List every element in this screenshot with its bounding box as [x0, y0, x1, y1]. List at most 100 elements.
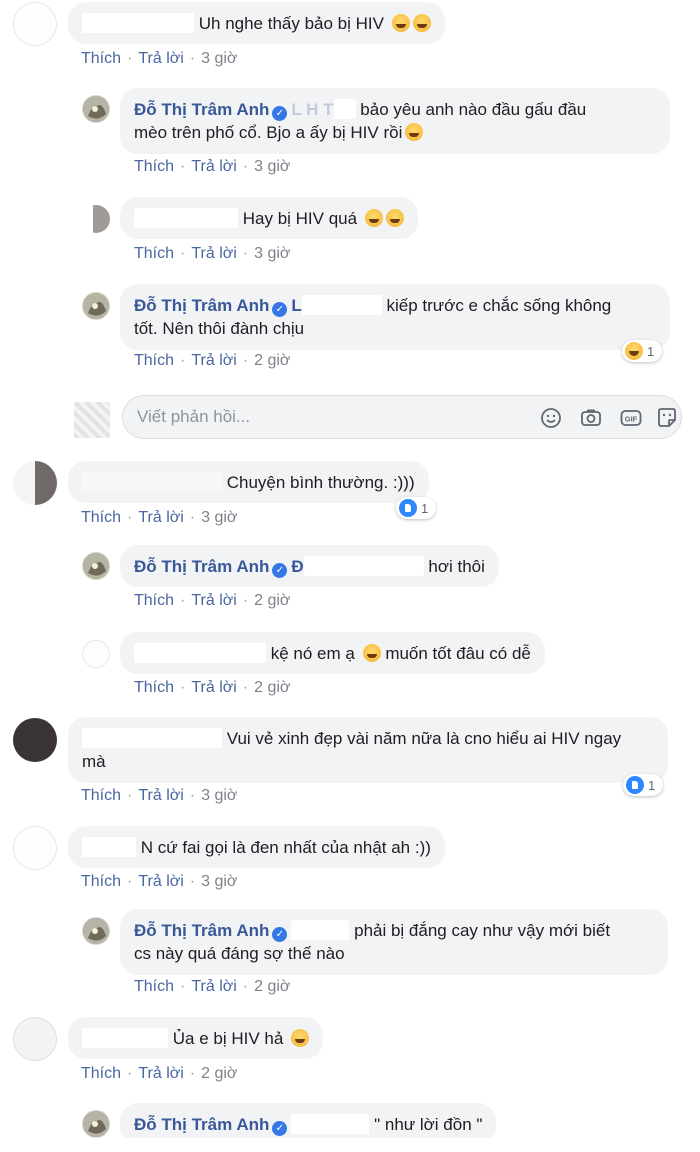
comment-actions: Thích · Trả lời · 3 giờ: [81, 873, 237, 891]
redacted-name: [134, 643, 266, 663]
reaction-count: 1: [421, 500, 429, 516]
mention-link[interactable]: Đ: [291, 557, 303, 576]
like-link[interactable]: Thích: [81, 787, 121, 804]
tram-anh-avatar[interactable]: [82, 95, 110, 123]
tram-anh-avatar[interactable]: [82, 552, 110, 580]
like-link[interactable]: Thích: [81, 1065, 121, 1082]
author-name-link[interactable]: Đỗ Thị Trâm Anh: [134, 921, 269, 940]
gif-icon[interactable]: GIF: [619, 406, 643, 430]
timestamp[interactable]: 3 giờ: [201, 873, 237, 890]
redacted-name: [82, 13, 194, 33]
redacted-name: [134, 208, 238, 228]
reply-link[interactable]: Trả lời: [191, 679, 236, 696]
tram-anh-avatar[interactable]: [82, 917, 110, 945]
smile-icon[interactable]: [539, 406, 563, 430]
comment-actions: Thích · Trả lời · 3 giờ: [134, 245, 290, 263]
smiling-emoji-icon: [362, 644, 381, 662]
camera-icon[interactable]: [579, 406, 603, 430]
reply-text-after: muốn tốt đâu có dễ: [385, 644, 531, 663]
separator: ·: [242, 679, 249, 696]
verified-badge-icon: ✓: [272, 563, 288, 578]
sticker-icon[interactable]: [655, 406, 679, 430]
timestamp[interactable]: 3 giờ: [254, 245, 290, 262]
commenter-avatar[interactable]: [82, 640, 110, 668]
timestamp[interactable]: 3 giờ: [201, 509, 237, 526]
reply-link[interactable]: Trả lời: [138, 787, 183, 804]
like-link[interactable]: Thích: [134, 158, 174, 175]
reaction-count: 1: [647, 343, 655, 359]
reaction-count-badge[interactable]: 1: [622, 340, 663, 362]
comment-text: Chuyện bình thường. :))): [226, 473, 415, 492]
reply-link[interactable]: Trả lời: [191, 978, 236, 995]
comment-text-line1: Vui vẻ xinh đẹp vài năm nữa là cno hiểu …: [226, 729, 622, 748]
reaction-count-badge[interactable]: 1: [623, 774, 664, 796]
author-name-link[interactable]: Đỗ Thị Trâm Anh: [134, 1115, 269, 1134]
timestamp[interactable]: 2 giờ: [254, 679, 290, 696]
like-link[interactable]: Thích: [134, 352, 174, 369]
reply-input[interactable]: [137, 405, 497, 429]
timestamp[interactable]: 3 giờ: [254, 158, 290, 175]
comment-actions: Thích · Trả lời · 3 giờ: [81, 50, 237, 68]
commenter-avatar[interactable]: [13, 1017, 57, 1061]
like-reaction-icon: [626, 776, 644, 794]
reply-link[interactable]: Trả lời: [191, 592, 236, 609]
author-name-link[interactable]: Đỗ Thị Trâm Anh: [134, 100, 269, 119]
reply-text: hơi thôi: [428, 557, 485, 576]
comment-actions: Thích · Trả lời · 2 giờ: [134, 352, 290, 370]
like-link[interactable]: Thích: [134, 978, 174, 995]
comment-bubble: Ủa e bị HIV hả: [68, 1017, 324, 1059]
timestamp[interactable]: 2 giờ: [254, 978, 290, 995]
author-name-link[interactable]: Đỗ Thị Trâm Anh: [134, 296, 269, 315]
redacted-mention: [301, 295, 382, 315]
commenter-avatar[interactable]: [13, 461, 57, 505]
tram-anh-avatar[interactable]: [82, 1110, 110, 1138]
comment-actions: Thích · Trả lời · 3 giờ: [81, 787, 237, 805]
reply-link[interactable]: Trả lời: [138, 1065, 183, 1082]
timestamp[interactable]: 3 giờ: [201, 787, 237, 804]
comment-text: Uh nghe thấy bảo bị HIV: [198, 14, 384, 33]
reaction-count: 1: [648, 777, 656, 793]
author-name-link[interactable]: Đỗ Thị Trâm Anh: [134, 557, 269, 576]
separator: ·: [189, 873, 196, 890]
reply-link[interactable]: Trả lời: [138, 509, 183, 526]
reply-link[interactable]: Trả lời: [191, 352, 236, 369]
like-link[interactable]: Thích: [134, 245, 174, 262]
separator: ·: [180, 352, 186, 369]
like-link[interactable]: Thích: [134, 679, 174, 696]
reply-link[interactable]: Trả lời: [191, 245, 236, 262]
like-link[interactable]: Thích: [81, 873, 121, 890]
commenter-avatar[interactable]: [13, 2, 57, 46]
like-link[interactable]: Thích: [81, 50, 121, 67]
separator: ·: [242, 245, 249, 262]
current-user-avatar: [74, 402, 110, 438]
timestamp[interactable]: 3 giờ: [201, 50, 237, 67]
reply-link[interactable]: Trả lời: [138, 873, 183, 890]
verified-badge-icon: ✓: [272, 927, 288, 942]
separator: ·: [180, 679, 186, 696]
reply-bubble: Đỗ Thị Trâm Anh ✓ phải bị đắng cay như vậ…: [120, 909, 668, 975]
timestamp[interactable]: 2 giờ: [201, 1065, 237, 1082]
like-link[interactable]: Thích: [134, 592, 174, 609]
like-link[interactable]: Thích: [81, 509, 121, 526]
verified-badge-icon: ✓: [272, 106, 288, 121]
separator: ·: [127, 787, 133, 804]
redacted-name: [82, 1028, 168, 1048]
separator: ·: [180, 245, 186, 262]
mention-link[interactable]: L H T: [291, 100, 333, 119]
timestamp[interactable]: 2 giờ: [254, 352, 290, 369]
verified-badge-icon: ✓: [272, 1121, 288, 1136]
verified-badge-icon: ✓: [272, 302, 288, 317]
reaction-count-badge[interactable]: 1: [396, 497, 437, 519]
reply-text-line2: tốt. Nên thôi đành chịu: [134, 319, 305, 338]
commenter-avatar[interactable]: [13, 718, 57, 762]
reply-link[interactable]: Trả lời: [138, 50, 183, 67]
reply-bubble: Đỗ Thị Trâm Anh ✓ Đ hơi thôi: [120, 545, 499, 587]
reply-link[interactable]: Trả lời: [191, 158, 236, 175]
timestamp[interactable]: 2 giờ: [254, 592, 290, 609]
reply-text: Hay bị HIV quá: [242, 209, 358, 228]
rofl-emoji-icon: [405, 123, 424, 141]
tram-anh-avatar[interactable]: [82, 292, 110, 320]
commenter-avatar[interactable]: [82, 205, 110, 233]
mention-link[interactable]: L: [291, 296, 301, 315]
commenter-avatar[interactable]: [13, 826, 57, 870]
